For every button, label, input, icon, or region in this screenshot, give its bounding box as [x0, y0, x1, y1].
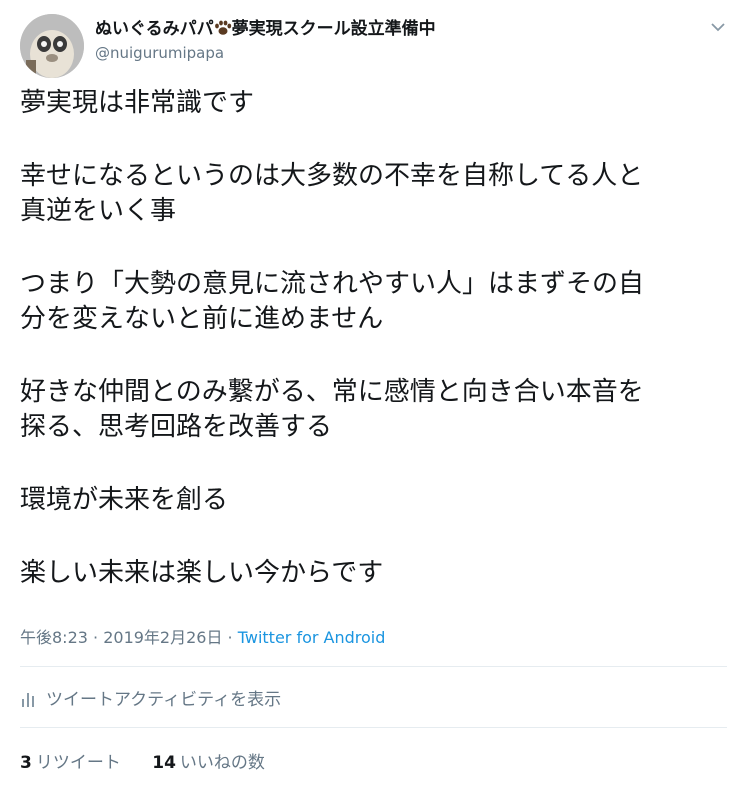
like-count-number: 14 [152, 753, 176, 773]
divider [20, 727, 727, 728]
author-display-name[interactable]: ぬいぐるみパパ 夢実現スクール設立準備中 [95, 18, 436, 40]
tweet-line: つまり「大勢の意見に流されやすい人」はまずその自 [20, 269, 645, 299]
tweet-activity-link[interactable]: ツイートアクティビティを表示 [20, 685, 281, 710]
retweet-count[interactable]: 3 リツイート [20, 748, 121, 773]
avatar[interactable] [20, 14, 84, 78]
meta-separator: · [87, 628, 104, 647]
meta-separator: · [222, 628, 238, 647]
tweet-paragraph: つまり「大勢の意見に流されやすい人」はまずその自 分を変えないと前に進めません [20, 267, 730, 337]
retweet-count-label: リツイート [35, 753, 121, 773]
retweet-count-number: 3 [20, 753, 32, 773]
tweet-activity-label: ツイートアクティビティを表示 [46, 690, 282, 710]
tweet-paragraph: 環境が未来を創る [20, 483, 730, 518]
tweet-stats: 3 リツイート 14 いいねの数 [20, 748, 291, 773]
plush-toy-avatar-icon [20, 14, 84, 78]
tweet-line: 真逆をいく事 [20, 196, 177, 226]
divider [20, 666, 727, 667]
tweet-metadata: 午後8:23 · 2019年2月26日 · Twitter for Androi… [20, 624, 385, 648]
tweet-line: 夢実現は非常識です [20, 88, 255, 118]
tweet-line: 探る、思考回路を改善する [20, 412, 333, 442]
tweet-source-link[interactable]: Twitter for Android [238, 628, 386, 647]
tweet-line: 好きな仲間とのみ繋がる、常に感情と向き合い本音を [20, 377, 644, 407]
tweet-paragraph: 楽しい未来は楽しい今からです [20, 556, 730, 591]
like-count-label: いいねの数 [179, 753, 265, 773]
tweet-line: 楽しい未来は楽しい今からです [20, 558, 384, 588]
bar-chart-icon [20, 691, 36, 707]
author-name-text: ぬいぐるみパパ [95, 19, 214, 39]
tweet-text: 夢実現は非常識です 幸せになるというのは大多数の不幸を自称してる人と 真逆をいく事… [20, 86, 730, 591]
paw-print-icon [214, 20, 232, 36]
chevron-down-icon[interactable] [709, 18, 727, 36]
author-name-suffix: 夢実現スクール設立準備中 [231, 19, 436, 39]
tweet-date[interactable]: 2019年2月26日 [103, 628, 222, 647]
tweet-line: 分を変えないと前に進めません [20, 304, 384, 334]
tweet-paragraph: 好きな仲間とのみ繋がる、常に感情と向き合い本音を 探る、思考回路を改善する [20, 375, 730, 445]
like-count[interactable]: 14 いいねの数 [152, 748, 265, 773]
tweet-line: 環境が未来を創る [20, 485, 229, 515]
tweet-time[interactable]: 午後8:23 [20, 628, 88, 647]
tweet-paragraph: 夢実現は非常識です [20, 86, 730, 121]
tweet-line: 幸せになるというのは大多数の不幸を自称してる人と [20, 161, 644, 191]
author-handle[interactable]: @nuigurumipapa [95, 42, 436, 64]
tweet-header: ぬいぐるみパパ 夢実現スクール設立準備中 @nuigurumipapa [20, 14, 727, 78]
tweet-paragraph: 幸せになるというのは大多数の不幸を自称してる人と 真逆をいく事 [20, 159, 730, 229]
